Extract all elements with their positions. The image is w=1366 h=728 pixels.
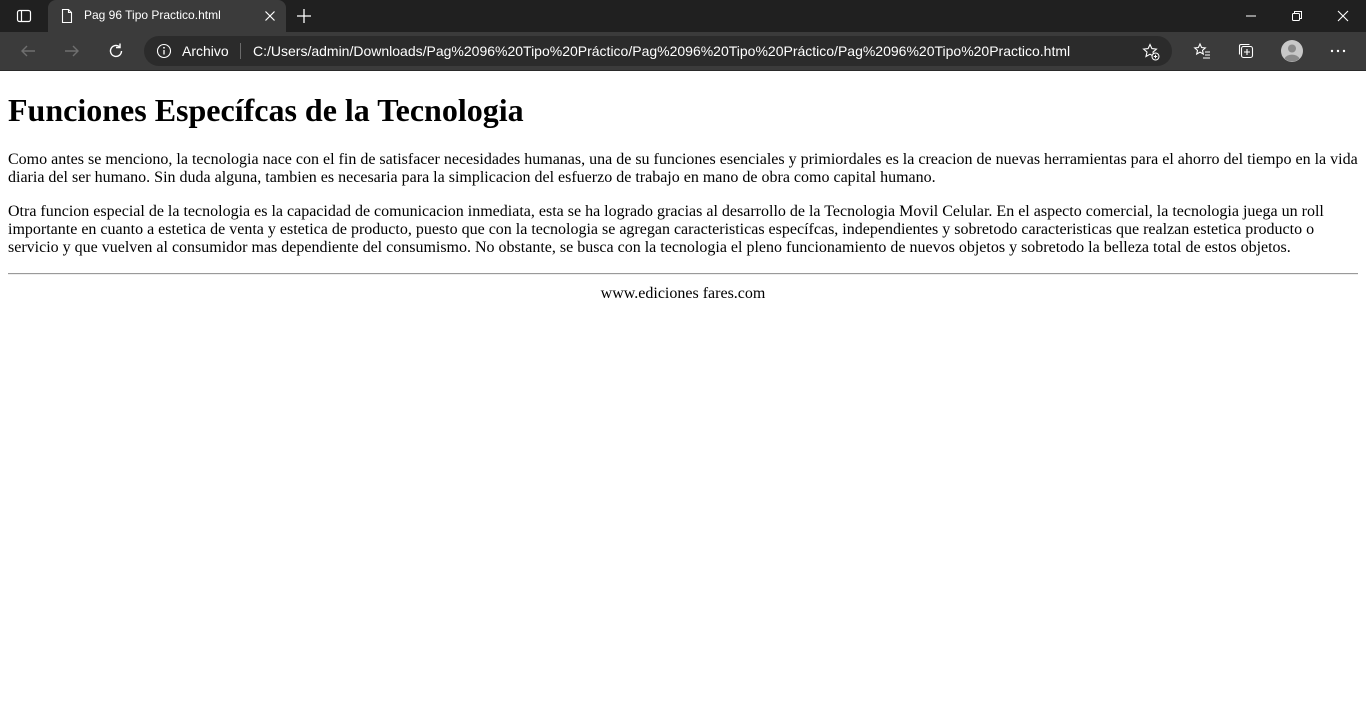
tab-actions-icon <box>16 9 32 23</box>
more-button[interactable] <box>1323 37 1353 65</box>
favorites-icon <box>1193 42 1210 59</box>
active-tab[interactable]: Pag 96 Tipo Practico.html <box>48 0 286 32</box>
collections-button[interactable] <box>1231 37 1261 65</box>
new-tab-button[interactable] <box>292 4 316 28</box>
plus-icon <box>297 9 311 23</box>
page-heading: Funciones Específcas de la Tecnologia <box>8 92 524 128</box>
page-icon <box>61 8 73 24</box>
info-icon[interactable] <box>156 43 172 59</box>
divider <box>8 273 1358 275</box>
minimize-button[interactable] <box>1228 0 1274 32</box>
close-window-icon <box>1337 10 1349 22</box>
browser-toolbar: Archivo C:/Users/admin/Downloads/Pag%209… <box>0 32 1366 71</box>
page-content: Funciones Específcas de la Tecnologia Co… <box>8 71 1358 303</box>
url-text[interactable]: C:/Users/admin/Downloads/Pag%2096%20Tipo… <box>253 43 1070 59</box>
tab-title: Pag 96 Tipo Practico.html <box>84 8 221 22</box>
tab-strip: Pag 96 Tipo Practico.html <box>0 0 1366 32</box>
profile-button[interactable] <box>1277 37 1307 65</box>
collections-icon <box>1238 43 1254 59</box>
close-icon <box>265 11 275 21</box>
address-separator <box>240 43 241 59</box>
close-tab-button[interactable] <box>262 8 278 24</box>
close-window-button[interactable] <box>1320 0 1366 32</box>
back-arrow-icon <box>21 45 35 57</box>
favorites-button[interactable] <box>1187 37 1217 65</box>
restore-icon <box>1292 11 1302 21</box>
footer-text: www.ediciones fares.com <box>600 285 766 302</box>
forward-button[interactable] <box>57 37 87 65</box>
restore-button[interactable] <box>1274 0 1320 32</box>
paragraph-1: Como antes se menciono, la tecnologia na… <box>8 151 1358 186</box>
tab-actions-button[interactable] <box>8 4 40 28</box>
favorite-add-icon[interactable] <box>1142 43 1160 61</box>
address-bar[interactable]: Archivo C:/Users/admin/Downloads/Pag%209… <box>144 36 1172 66</box>
reload-button[interactable] <box>101 37 131 65</box>
reload-icon <box>109 43 123 58</box>
paragraph-2: Otra funcion especial de la tecnologia e… <box>8 203 1324 256</box>
more-icon <box>1330 49 1346 53</box>
back-button[interactable] <box>13 37 43 65</box>
profile-icon <box>1281 40 1303 62</box>
minimize-icon <box>1246 15 1256 17</box>
scheme-label: Archivo <box>182 43 229 59</box>
forward-arrow-icon <box>65 45 79 57</box>
